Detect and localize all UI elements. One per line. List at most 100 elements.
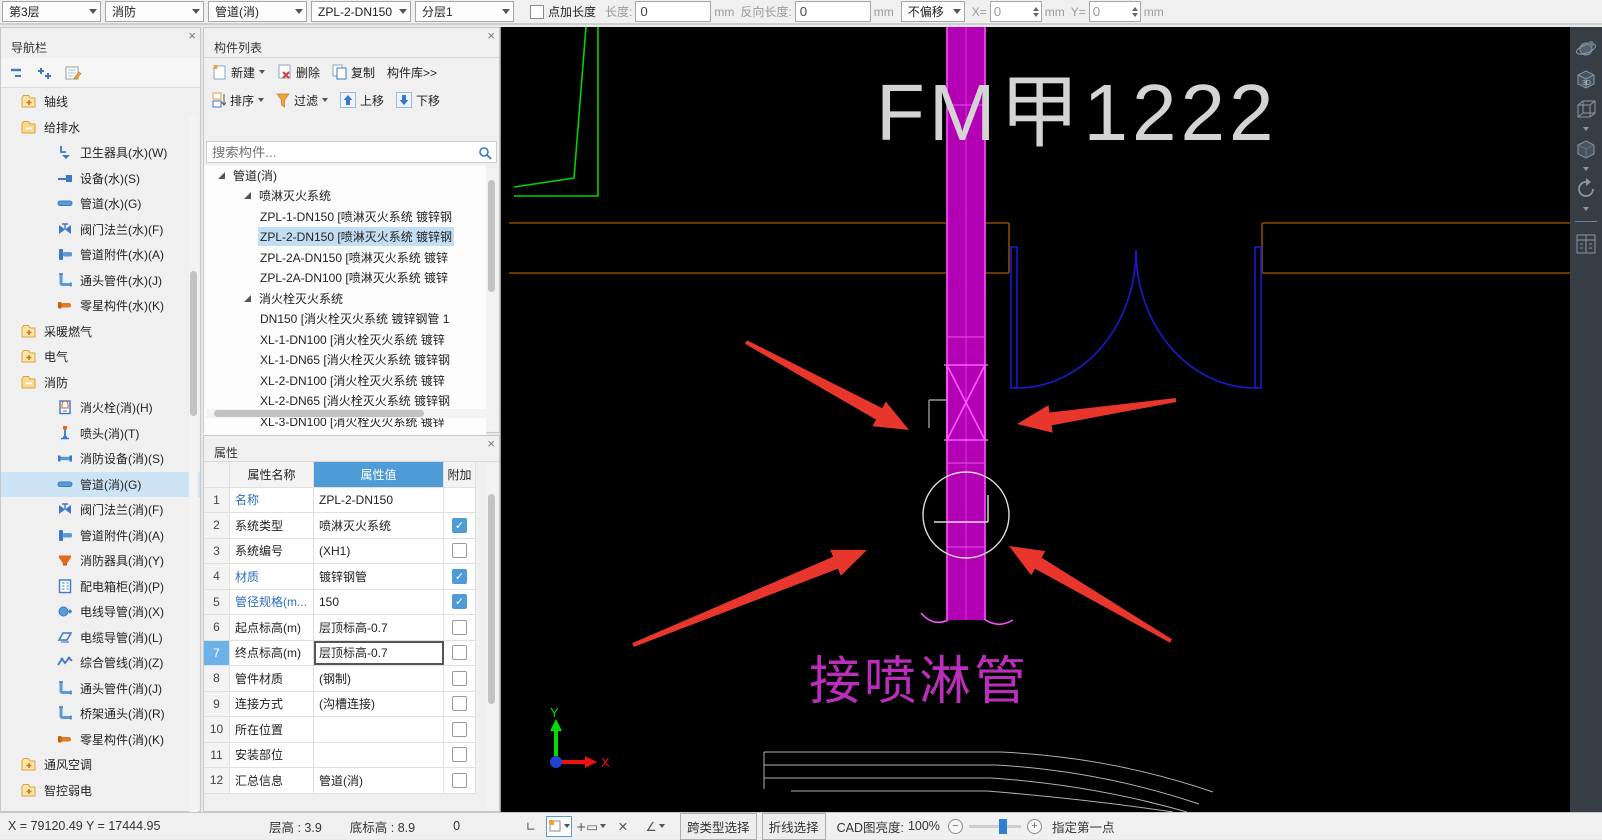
search-input[interactable] xyxy=(207,142,475,162)
chevron-down-icon[interactable] xyxy=(1583,127,1589,131)
component-select[interactable]: ZPL-2-DN150 xyxy=(311,1,411,22)
property-value[interactable]: 层顶标高-0.7 xyxy=(314,641,444,666)
delete-button[interactable]: 删除 xyxy=(273,62,324,83)
component-tree-hscrollbar-thumb[interactable] xyxy=(214,410,424,417)
move-up-button[interactable]: 上移 xyxy=(336,90,388,111)
col-header-value[interactable]: 属性值 xyxy=(314,462,444,487)
component-tree-item-5[interactable]: ZPL-2A-DN100 [喷淋灭火系统 镀锌 xyxy=(204,268,486,289)
component-type-select[interactable]: 管道(消) xyxy=(208,1,307,22)
close-icon[interactable]: × xyxy=(188,29,196,42)
nav-item-hydrant-12[interactable]: 消火栓(消)(H) xyxy=(1,395,200,421)
property-value[interactable]: (沟槽连接) xyxy=(314,692,444,717)
nav-item-fixture-2[interactable]: 卫生器具(水)(W) xyxy=(1,140,200,166)
nav-item-pipe-15[interactable]: 管道(消)(G) xyxy=(1,472,200,498)
property-value[interactable] xyxy=(314,717,444,742)
nav-item-valve-16[interactable]: 阀门法兰(消)(F) xyxy=(1,497,200,523)
nav-item-pipe-4[interactable]: 管道(水)(G) xyxy=(1,191,200,217)
tree-expander-icon[interactable] xyxy=(218,172,225,179)
attach-checkbox[interactable] xyxy=(452,620,467,635)
nav-item-sprinkler-13[interactable]: 喷头(消)(T) xyxy=(1,421,200,447)
solid-cube-icon[interactable] xyxy=(1574,137,1598,161)
nav-item-fitting-17[interactable]: 管道附件(消)(A) xyxy=(1,523,200,549)
brightness-decrease-icon[interactable]: − xyxy=(948,819,963,834)
y-offset-input[interactable] xyxy=(1090,3,1126,20)
spin-up-icon[interactable] xyxy=(1132,7,1138,11)
nav-item-fitting-6[interactable]: 管道附件(水)(A) xyxy=(1,242,200,268)
property-value[interactable]: 层顶标高-0.7 xyxy=(314,615,444,640)
attach-checkbox[interactable] xyxy=(452,773,467,788)
property-value[interactable]: 镀锌钢管 xyxy=(314,564,444,589)
filter-button[interactable]: 过滤 xyxy=(272,90,332,111)
view-3d-icon[interactable]: 3D xyxy=(1574,67,1598,91)
nav-item-fire-equipment-14[interactable]: 消防设备(消)(S) xyxy=(1,446,200,472)
wireframe-cube-icon[interactable] xyxy=(1574,97,1598,121)
orbit-icon[interactable] xyxy=(1574,37,1598,61)
x-offset-stepper[interactable] xyxy=(990,1,1042,22)
expand-all-icon[interactable] xyxy=(37,65,55,81)
x-offset-input[interactable] xyxy=(991,3,1027,20)
cad-viewport[interactable]: FM甲1222 接喷淋管 Y X xyxy=(500,27,1570,812)
attach-checkbox-checked[interactable]: ✓ xyxy=(452,594,467,609)
collapse-all-icon[interactable] xyxy=(9,65,27,81)
nav-item-misc-25[interactable]: 零星构件(消)(K) xyxy=(1,727,200,753)
component-tree-item-10[interactable]: XL-2-DN100 [消火栓灭火系统 镀锌 xyxy=(204,370,486,391)
component-tree-item-3[interactable]: ZPL-2-DN150 [喷淋灭火系统 镀锌钢 xyxy=(204,227,486,248)
cross-select-icon[interactable]: ✕ xyxy=(610,816,636,837)
nav-item-folder-collapsed-26[interactable]: 通风空调 xyxy=(1,752,200,778)
rect-select-icon[interactable] xyxy=(546,816,572,837)
attach-checkbox[interactable] xyxy=(452,722,467,737)
y-offset-stepper[interactable] xyxy=(1089,1,1141,22)
nav-item-equipment-3[interactable]: 设备(水)(S) xyxy=(1,166,200,192)
nav-item-fire-device-18[interactable]: 消防器具(消)(Y) xyxy=(1,548,200,574)
reverse-length-input[interactable] xyxy=(795,1,871,22)
component-tree-item-4[interactable]: ZPL-2A-DN150 [喷淋灭火系统 镀锌 xyxy=(204,247,486,268)
component-tree-scrollbar-thumb[interactable] xyxy=(488,180,495,292)
chevron-down-icon[interactable] xyxy=(1583,167,1589,171)
polyline-select-button[interactable]: 折线选择 xyxy=(762,813,826,840)
rotate-view-icon[interactable] xyxy=(1574,177,1598,201)
nav-item-misc-8[interactable]: 零星构件(水)(K) xyxy=(1,293,200,319)
attach-checkbox[interactable] xyxy=(452,645,467,660)
nav-item-panel-box-19[interactable]: 配电箱柜(消)(P) xyxy=(1,574,200,600)
angle-snap-icon[interactable]: ∠ xyxy=(638,816,672,837)
close-icon[interactable]: × xyxy=(487,29,495,42)
copy-button[interactable]: 复制 xyxy=(328,62,379,83)
search-icon[interactable] xyxy=(478,146,493,161)
brightness-increase-icon[interactable]: + xyxy=(1027,819,1042,834)
spin-down-icon[interactable] xyxy=(1132,13,1138,17)
property-value[interactable]: 150 xyxy=(314,590,444,615)
properties-scrollbar-thumb[interactable] xyxy=(488,494,495,704)
edit-list-icon[interactable] xyxy=(65,65,83,81)
property-value[interactable]: (XH1) xyxy=(314,539,444,564)
nav-scrollbar[interactable] xyxy=(189,116,198,832)
attach-checkbox[interactable] xyxy=(452,671,467,686)
brightness-slider-thumb[interactable] xyxy=(999,819,1007,834)
attach-checkbox[interactable] xyxy=(452,696,467,711)
nav-item-elbow-24[interactable]: 桥架通头(消)(R) xyxy=(1,701,200,727)
spin-down-icon[interactable] xyxy=(1033,13,1039,17)
component-tree-item-1[interactable]: 喷淋灭火系统 xyxy=(204,186,486,207)
nav-item-folder-expanded-1[interactable]: 给排水 xyxy=(1,115,200,141)
nav-item-elbow-23[interactable]: 通头管件(消)(J) xyxy=(1,676,200,702)
component-library-button[interactable]: 构件库>> xyxy=(383,62,441,83)
move-down-button[interactable]: 下移 xyxy=(392,90,444,111)
new-button[interactable]: 新建 xyxy=(208,62,269,83)
nav-item-cable-conduit-21[interactable]: 电缆导管(消)(L) xyxy=(1,625,200,651)
component-tree-item-0[interactable]: 管道(消) xyxy=(204,165,486,186)
ortho-mode-icon[interactable]: ∟ xyxy=(518,816,544,837)
attach-checkbox-checked[interactable]: ✓ xyxy=(452,569,467,584)
cross-type-select-button[interactable]: 跨类型选择 xyxy=(680,813,757,840)
property-value[interactable] xyxy=(314,743,444,768)
length-input[interactable] xyxy=(635,1,711,22)
nav-item-multi-line-22[interactable]: 综合管线(消)(Z) xyxy=(1,650,200,676)
nav-item-wire-conduit-20[interactable]: 电线导管(消)(X) xyxy=(1,599,200,625)
tree-expander-icon[interactable] xyxy=(244,192,251,199)
brightness-slider[interactable] xyxy=(969,825,1021,828)
component-tree-hscrollbar[interactable] xyxy=(206,409,497,418)
nav-item-valve-5[interactable]: 阀门法兰(水)(F) xyxy=(1,217,200,243)
nav-item-folder-collapsed-10[interactable]: 电气 xyxy=(1,344,200,370)
nav-item-elbow-7[interactable]: 通头管件(水)(J) xyxy=(1,268,200,294)
property-value[interactable]: ZPL-2-DN150 xyxy=(314,488,444,513)
add-select-icon[interactable]: +▭ xyxy=(574,816,608,837)
property-value[interactable]: 管道(消) xyxy=(314,768,444,793)
